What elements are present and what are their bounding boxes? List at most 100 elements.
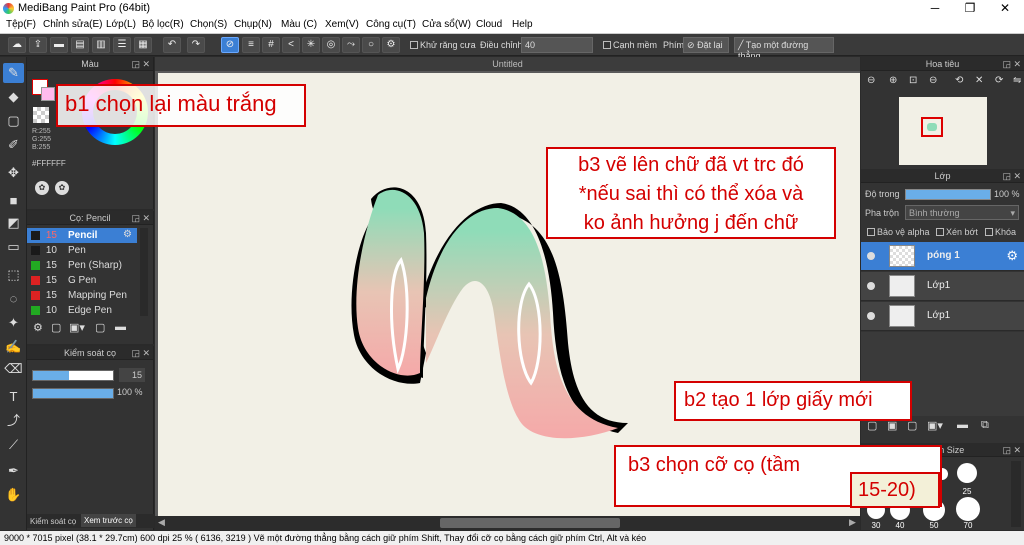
snap-settings-icon[interactable]: ⚙ xyxy=(382,37,400,53)
vanish-snap-icon[interactable]: < xyxy=(282,37,300,53)
curve-snap-icon[interactable]: ⤳ xyxy=(342,37,360,53)
dot-tool-icon[interactable]: ▢ xyxy=(3,111,24,131)
reset-button[interactable]: ⊘ Đặt lại xyxy=(683,37,729,53)
magic-wand-tool-icon[interactable]: ✦ xyxy=(3,313,24,333)
eraser-tool-icon[interactable]: ◆ xyxy=(3,87,24,107)
tab-brush-preview[interactable]: Xem trước cọ xyxy=(81,514,136,527)
menu-layer[interactable]: Lớp(L) xyxy=(106,19,136,30)
make-line-button[interactable]: ╱ Tạo một đường thẳng xyxy=(734,37,834,61)
layer-settings-icon[interactable]: ⚙ xyxy=(1006,248,1018,264)
eyedropper-tool-icon[interactable]: ✒ xyxy=(3,461,24,481)
comment-icon[interactable]: ▤ xyxy=(71,37,89,53)
chat-icon[interactable]: ▬ xyxy=(50,37,68,53)
menu-tools[interactable]: Công cụ(T) xyxy=(366,19,416,30)
redo-icon[interactable]: ↷ xyxy=(187,37,205,53)
rotate-reset-icon[interactable]: ✕ xyxy=(975,75,983,86)
horizontal-scrollbar[interactable]: ◀ ▶ xyxy=(155,516,860,530)
brush-item-pencil[interactable]: 15 Pencil ⚙ xyxy=(27,228,137,243)
rotate-left-icon[interactable]: ⟲ xyxy=(955,75,963,86)
menu-cloud[interactable]: Cloud xyxy=(476,19,502,30)
grid-icon[interactable]: ▦ xyxy=(134,37,152,53)
navigator-close-icon[interactable]: ◲ ✕ xyxy=(1002,57,1021,71)
size-slider[interactable] xyxy=(32,370,114,381)
size-value[interactable]: 15 xyxy=(119,368,145,382)
duplicate-layer-icon[interactable]: ⧉ xyxy=(981,419,989,432)
brush-item-pen-sharp[interactable]: 15 Pen (Sharp) xyxy=(27,258,154,273)
menu-edit[interactable]: Chỉnh sửa(E) xyxy=(43,19,103,30)
maximize-button[interactable]: ❐ xyxy=(955,0,985,17)
layer-opacity-slider[interactable] xyxy=(905,189,991,200)
new-brush-icon[interactable]: ▢ xyxy=(51,321,61,334)
radial-snap-icon[interactable]: ✳ xyxy=(302,37,320,53)
menu-file[interactable]: Tệp(F) xyxy=(6,19,36,30)
layer-row[interactable]: Lớp1 xyxy=(861,272,1024,301)
brush-tool-icon[interactable]: ✎ xyxy=(3,63,24,83)
ring-snap-icon[interactable]: ○ xyxy=(362,37,380,53)
select-tool-icon[interactable]: ⬚ xyxy=(3,265,24,285)
visibility-icon[interactable] xyxy=(867,252,875,260)
horizontal-scroll-thumb[interactable] xyxy=(440,518,620,528)
folder-icon[interactable]: ▬ xyxy=(115,321,126,333)
brush-size-close-icon[interactable]: ◲ ✕ xyxy=(1002,443,1021,457)
add-brush-icon[interactable]: ▣▾ xyxy=(69,321,85,334)
transparent-color-swatch[interactable] xyxy=(33,107,49,123)
menu-help[interactable]: Help xyxy=(512,19,533,30)
visibility-icon[interactable] xyxy=(867,312,875,320)
brush-item-pen[interactable]: 10 Pen xyxy=(27,243,154,258)
zoom-out-icon[interactable]: ⊖ xyxy=(867,75,875,86)
zoom-in-icon[interactable]: ⊕ xyxy=(889,75,897,86)
pen-tool-icon[interactable]: ✐ xyxy=(3,135,24,155)
menu-color[interactable]: Màu (C) xyxy=(281,19,317,30)
menu-filter[interactable]: Bộ lọc(R) xyxy=(142,19,184,30)
cloud-icon[interactable]: ☁ xyxy=(8,37,26,53)
brush-settings-icon[interactable]: ⚙ xyxy=(123,229,132,240)
circle-snap-icon[interactable]: ◎ xyxy=(322,37,340,53)
scroll-right-icon[interactable]: ▶ xyxy=(849,517,856,528)
palette-icon[interactable]: ✿ xyxy=(35,181,49,195)
parallel-snap-icon[interactable]: ≡ xyxy=(242,37,260,53)
brush-settings-icon[interactable]: ⚙ xyxy=(33,321,43,334)
visibility-icon[interactable] xyxy=(867,282,875,290)
brush-size-dot[interactable] xyxy=(956,497,980,521)
menu-view[interactable]: Xem(V) xyxy=(325,19,359,30)
navigator-preview[interactable] xyxy=(899,97,987,165)
divide-tool-icon[interactable]: ⟋ xyxy=(3,435,24,455)
layer-close-icon[interactable]: ◲ ✕ xyxy=(1002,169,1021,183)
brush-item-edge-pen[interactable]: 10 Edge Pen xyxy=(27,303,154,318)
hand-tool-icon[interactable]: ✋ xyxy=(3,485,24,505)
document-tab[interactable]: Untitled xyxy=(155,57,860,71)
brush-size-dot[interactable] xyxy=(957,463,977,483)
copy-brush-icon[interactable]: ▢ xyxy=(95,321,105,334)
opacity-slider[interactable] xyxy=(32,388,114,399)
zoom-actual-icon[interactable]: ⊖ xyxy=(929,75,937,86)
operation-tool-icon[interactable]: ⤴ xyxy=(3,411,24,431)
close-button[interactable]: ✕ xyxy=(990,0,1020,17)
select-eraser-tool-icon[interactable]: ⌫ xyxy=(3,359,24,379)
soft-edge-checkbox[interactable]: Cạnh mềm xyxy=(603,40,657,50)
gradient-tool-icon[interactable]: ▭ xyxy=(3,237,24,257)
clip-checkbox[interactable]: Xén bớt xyxy=(936,227,978,237)
move-tool-icon[interactable]: ✥ xyxy=(3,163,24,183)
add-layer-menu-icon[interactable]: ▣▾ xyxy=(927,419,943,432)
cross-snap-icon[interactable]: # xyxy=(262,37,280,53)
select-pen-tool-icon[interactable]: ✍ xyxy=(3,337,24,357)
share-icon[interactable]: ⇪ xyxy=(29,37,47,53)
hex-value[interactable]: #FFFFFF xyxy=(32,159,66,168)
brush-item-g-pen[interactable]: 15 G Pen xyxy=(27,273,154,288)
background-color-swatch[interactable] xyxy=(41,87,55,101)
tab-brush-control[interactable]: Kiểm soát cọ xyxy=(30,517,76,526)
scroll-left-icon[interactable]: ◀ xyxy=(158,517,165,528)
doc-icon[interactable]: ▥ xyxy=(92,37,110,53)
antialias-checkbox[interactable]: Khử răng cưa xyxy=(410,40,476,50)
brush-item-mapping-pen[interactable]: 15 Mapping Pen xyxy=(27,288,154,303)
lock-checkbox[interactable]: Khóa xyxy=(985,227,1016,237)
brush-list-scrollbar[interactable] xyxy=(140,228,148,316)
adjust-input[interactable]: 40 xyxy=(521,37,593,53)
rotate-right-icon[interactable]: ⟳ xyxy=(995,75,1003,86)
zoom-fit-icon[interactable]: ⊡ xyxy=(909,75,917,86)
undo-icon[interactable]: ↶ xyxy=(163,37,181,53)
rect-fill-tool-icon[interactable]: ■ xyxy=(3,191,24,211)
brush-size-scrollbar[interactable] xyxy=(1011,461,1021,527)
palette-add-icon[interactable]: ✿ xyxy=(55,181,69,195)
menu-select[interactable]: Chọn(S) xyxy=(190,19,227,30)
